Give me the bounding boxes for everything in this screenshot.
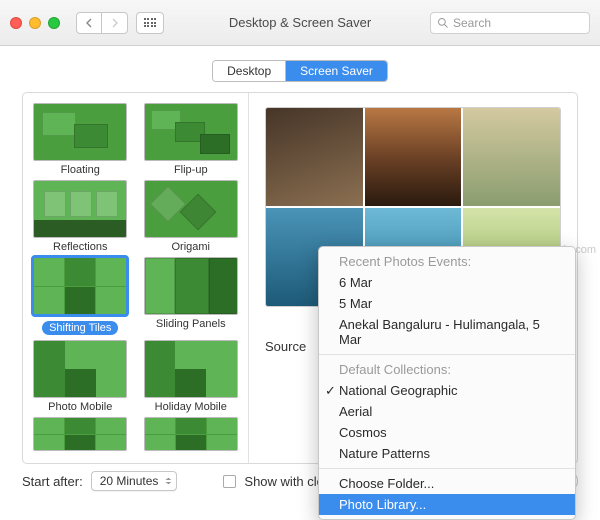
zoom-window-button[interactable] [48, 17, 60, 29]
tab-screen-saver[interactable]: Screen Saver [286, 61, 387, 81]
window-title: Desktop & Screen Saver [229, 15, 371, 30]
menu-item-recent-1[interactable]: 5 Mar [319, 293, 575, 314]
saver-shifting-tiles[interactable]: Shifting Tiles [31, 257, 130, 336]
start-after-select[interactable]: 20 Minutes [91, 471, 178, 491]
chevron-right-icon [111, 18, 119, 28]
menu-item-national-geographic[interactable]: National Geographic [319, 380, 575, 401]
saver-flip-up[interactable]: Flip-up [142, 103, 241, 176]
chevron-left-icon [85, 18, 93, 28]
menu-item-recent-0[interactable]: 6 Mar [319, 272, 575, 293]
menu-header-recent: Recent Photos Events: [319, 251, 575, 272]
menu-header-default: Default Collections: [319, 359, 575, 380]
show-clock-checkbox[interactable] [223, 475, 236, 488]
saver-holiday-mobile[interactable]: Holiday Mobile [142, 340, 241, 413]
menu-item-choose-folder[interactable]: Choose Folder... [319, 473, 575, 494]
menu-item-cosmos[interactable]: Cosmos [319, 422, 575, 443]
saver-floating[interactable]: Floating [31, 103, 130, 176]
minimize-window-button[interactable] [29, 17, 41, 29]
saver-origami[interactable]: Origami [142, 180, 241, 253]
saver-sliding-panels[interactable]: Sliding Panels [142, 257, 241, 336]
search-field[interactable]: Search [430, 12, 590, 34]
menu-item-aerial[interactable]: Aerial [319, 401, 575, 422]
menu-item-nature-patterns[interactable]: Nature Patterns [319, 443, 575, 464]
source-label: Source [265, 339, 306, 354]
saver-photo-mobile[interactable]: Photo Mobile [31, 340, 130, 413]
show-all-button[interactable] [136, 12, 164, 34]
screensaver-list[interactable]: Floating Flip-up Reflections Origami Shi… [23, 93, 249, 463]
tab-bar: Desktop Screen Saver [0, 46, 600, 92]
saver-reflections[interactable]: Reflections [31, 180, 130, 253]
back-button[interactable] [76, 12, 102, 34]
tab-desktop[interactable]: Desktop [213, 61, 286, 81]
start-after-value: 20 Minutes [100, 474, 159, 488]
close-window-button[interactable] [10, 17, 22, 29]
menu-item-recent-2[interactable]: Anekal Bangaluru - Hulimangala, 5 Mar [319, 314, 575, 350]
forward-button[interactable] [102, 12, 128, 34]
menu-separator [319, 354, 575, 355]
menu-separator [319, 468, 575, 469]
window-toolbar: Desktop & Screen Saver Search [0, 0, 600, 46]
saver-partial-2[interactable] [142, 417, 241, 454]
menu-item-photo-library[interactable]: Photo Library... [319, 494, 575, 515]
source-dropdown-menu: Recent Photos Events: 6 Mar 5 Mar Anekal… [318, 246, 576, 520]
search-placeholder: Search [453, 16, 491, 30]
traffic-lights [10, 17, 60, 29]
nav-buttons [76, 12, 128, 34]
search-icon [437, 17, 449, 29]
grid-icon [144, 18, 157, 27]
saver-partial-1[interactable] [31, 417, 130, 454]
start-after-label: Start after: [22, 474, 83, 489]
